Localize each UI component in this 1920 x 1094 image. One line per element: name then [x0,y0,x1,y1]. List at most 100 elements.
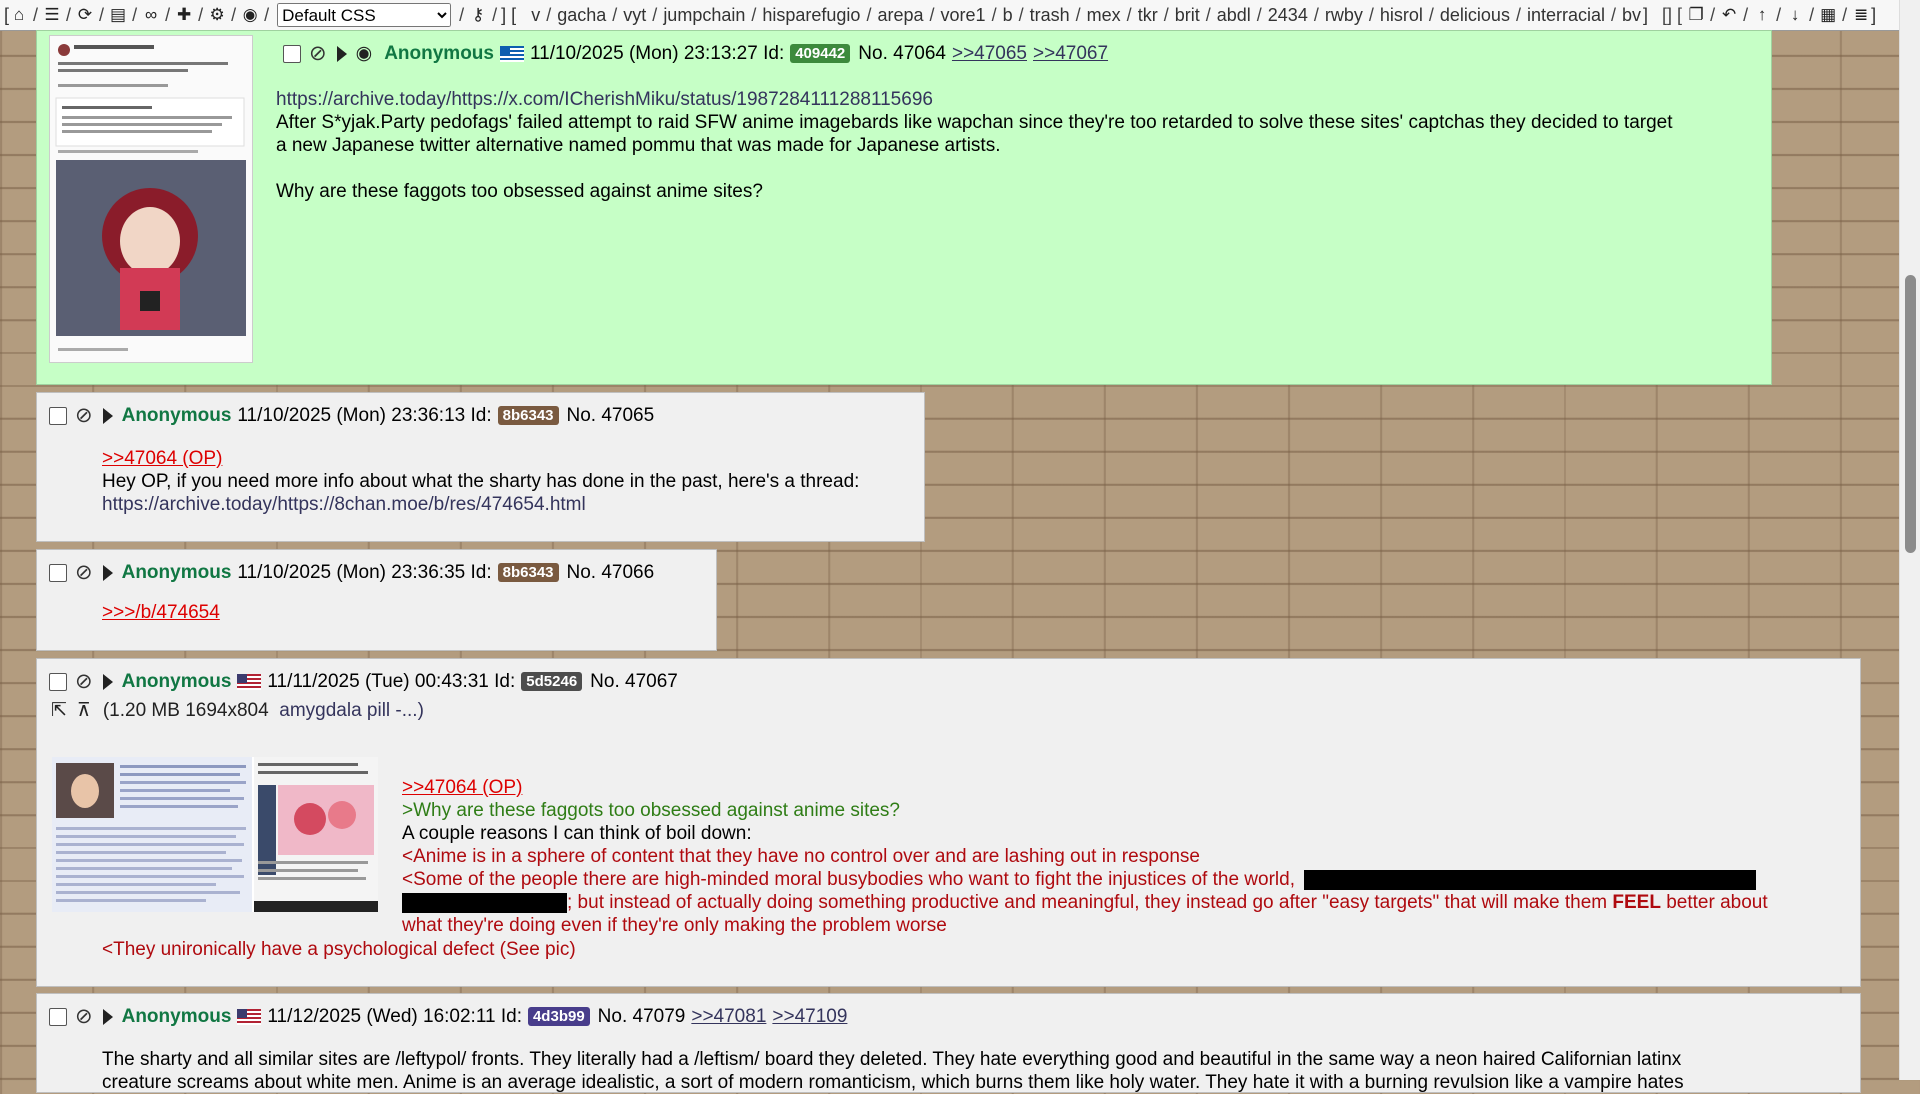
board-link-vore1[interactable]: vore1 [941,5,986,26]
post-menu-icon[interactable] [102,1008,113,1025]
hide-post-icon[interactable]: ⊘ [75,560,93,585]
post-number[interactable]: No. 47067 [590,671,678,693]
post-number[interactable]: No. 47079 [598,1006,686,1028]
list-icon[interactable]: ☰ [42,5,62,25]
post-link[interactable]: https://archive.today/https://x.com/IChe… [276,88,1756,111]
post-date: 11/10/2025 (Mon) 23:36:35 [237,561,466,583]
scrollbar[interactable] [1899,0,1920,1080]
id-label: Id: [470,561,492,583]
op-thumbnail[interactable] [49,35,253,363]
hide-file-icon[interactable]: ⊼ [77,699,91,722]
post-menu-icon[interactable] [102,407,113,424]
board-link-tkr[interactable]: tkr [1138,5,1158,26]
attachment-thumbnail[interactable] [52,757,378,912]
hide-post-icon[interactable]: ⊘ [309,41,327,66]
infinity-icon[interactable]: ∞ [141,5,161,25]
post-menu-icon[interactable] [336,45,347,62]
quick-reply-icon[interactable]: ❐ [1686,5,1706,25]
key-icon[interactable]: ⚷ [468,5,488,25]
spoiler-block[interactable] [1304,869,1757,890]
board-link-hisparefugio[interactable]: hisparefugio [762,5,860,26]
board-link-2434[interactable]: 2434 [1268,5,1308,26]
post-date: 11/12/2025 (Wed) 16:02:11 [267,1005,496,1027]
poster-id[interactable]: 5d5246 [521,672,583,691]
poster-id[interactable]: 409442 [790,44,851,63]
refresh-icon[interactable]: ⟳ [75,5,95,25]
reply-link[interactable]: >>47064 (OP) [402,777,522,798]
backlink[interactable]: >>47067 [1033,43,1108,65]
post-header: ⊘ Anonymous 11/12/2025 (Wed) 16:02:11 Id… [49,1004,847,1029]
spoiler-block[interactable] [402,892,567,913]
file-info: (1.20 MB 1694x804 [102,699,269,721]
reply-post: ⊘ Anonymous 11/12/2025 (Wed) 16:02:11 Id… [36,993,1861,1093]
board-link-bv[interactable]: bv [1622,5,1641,26]
post-checkbox[interactable] [49,1007,67,1026]
board-link-b[interactable]: b [1003,5,1013,26]
op-post: ⊘ ◉ Anonymous 11/10/2025 (Mon) 23:13:27 … [36,30,1772,385]
redtext-line: what they're doing even if they're only … [402,915,947,936]
plugin-icon[interactable]: ✚ [174,5,194,25]
reply-link[interactable]: >>47064 (OP) [102,448,222,469]
eye-icon[interactable]: ◉ [240,5,260,25]
poster-id[interactable]: 8b6343 [497,406,559,425]
board-link-v[interactable]: v [531,5,540,26]
board-link-arepa[interactable]: arepa [877,5,923,26]
scrollbar-thumb[interactable] [1905,275,1916,553]
post-checkbox[interactable] [49,672,67,691]
post-date: 11/10/2025 (Mon) 23:36:13 [237,404,466,426]
poster-name: Anonymous [121,1005,232,1027]
post-checkbox[interactable] [49,563,67,582]
reply-post: ⊘ Anonymous 11/10/2025 (Mon) 23:36:35 Id… [36,549,717,651]
post-link[interactable]: https://archive.today/https://8chan.moe/… [102,493,912,516]
post-number[interactable]: No. 47064 [858,43,946,65]
board-link-mex[interactable]: mex [1087,5,1121,26]
board-link-delicious[interactable]: delicious [1440,5,1510,26]
id-label: Id: [500,1005,522,1027]
hide-post-icon[interactable]: ⊘ [75,1004,93,1029]
board-link-gacha[interactable]: gacha [557,5,606,26]
arrow-down-icon[interactable]: ↓ [1785,5,1805,25]
arrow-up-icon[interactable]: ↑ [1752,5,1772,25]
post-text: a new Japanese twitter alternative named… [276,135,1001,156]
flag-usa-icon [237,673,262,690]
board-link-brit[interactable]: brit [1175,5,1200,26]
post-body: >>47064 (OP) >Why are these faggots too … [402,776,1852,937]
catalog-grid-icon[interactable]: ▦ [1818,5,1838,25]
style-select[interactable]: Default CSS [277,3,452,27]
reply-link[interactable]: >>>/b/474654 [102,602,220,623]
post-text: A couple reasons I can think of boil dow… [402,823,752,844]
board-link-trash[interactable]: trash [1030,5,1070,26]
open-external-icon[interactable]: ⇱ [51,699,67,722]
post-number[interactable]: No. 47065 [567,405,655,427]
hide-post-icon[interactable]: ⊘ [75,403,93,428]
backlink[interactable]: >>47109 [772,1006,847,1028]
board-link-jumpchain[interactable]: jumpchain [663,5,745,26]
watch-icon[interactable]: ◉ [356,42,373,65]
post-checkbox[interactable] [283,44,301,63]
home-icon[interactable]: ⌂ [9,5,29,25]
post-number[interactable]: No. 47066 [567,562,655,584]
post-body: >>47064 (OP) Hey OP, if you need more in… [102,447,912,516]
file-name-link[interactable]: amygdala pill -...) [279,700,424,722]
poster-id[interactable]: 8b6343 [497,563,559,582]
poster-name: Anonymous [121,404,232,426]
board-link-rwby[interactable]: rwby [1325,5,1363,26]
board-link-abdl[interactable]: abdl [1217,5,1251,26]
post-text: Why are these faggots too obsessed again… [276,181,763,202]
board-link-hisrol[interactable]: hisrol [1380,5,1423,26]
backlink[interactable]: >>47081 [691,1006,766,1028]
thread-list-icon[interactable]: ≣ [1851,5,1871,25]
hide-post-icon[interactable]: ⊘ [75,669,93,694]
archive-icon[interactable]: ▤ [108,5,128,25]
redtext-segment: better about [1666,892,1768,913]
board-link-vyt[interactable]: vyt [623,5,646,26]
return-icon[interactable]: ↶ [1719,5,1739,25]
gear-icon[interactable]: ⚙ [207,5,227,25]
poster-id[interactable]: 4d3b99 [527,1007,590,1026]
board-link-interracial[interactable]: interracial [1527,5,1605,26]
post-menu-icon[interactable] [102,673,113,690]
post-menu-icon[interactable] [102,564,113,581]
post-checkbox[interactable] [49,406,67,425]
backlink[interactable]: >>47065 [952,43,1027,65]
post-body: >>>/b/474654 [102,601,702,624]
